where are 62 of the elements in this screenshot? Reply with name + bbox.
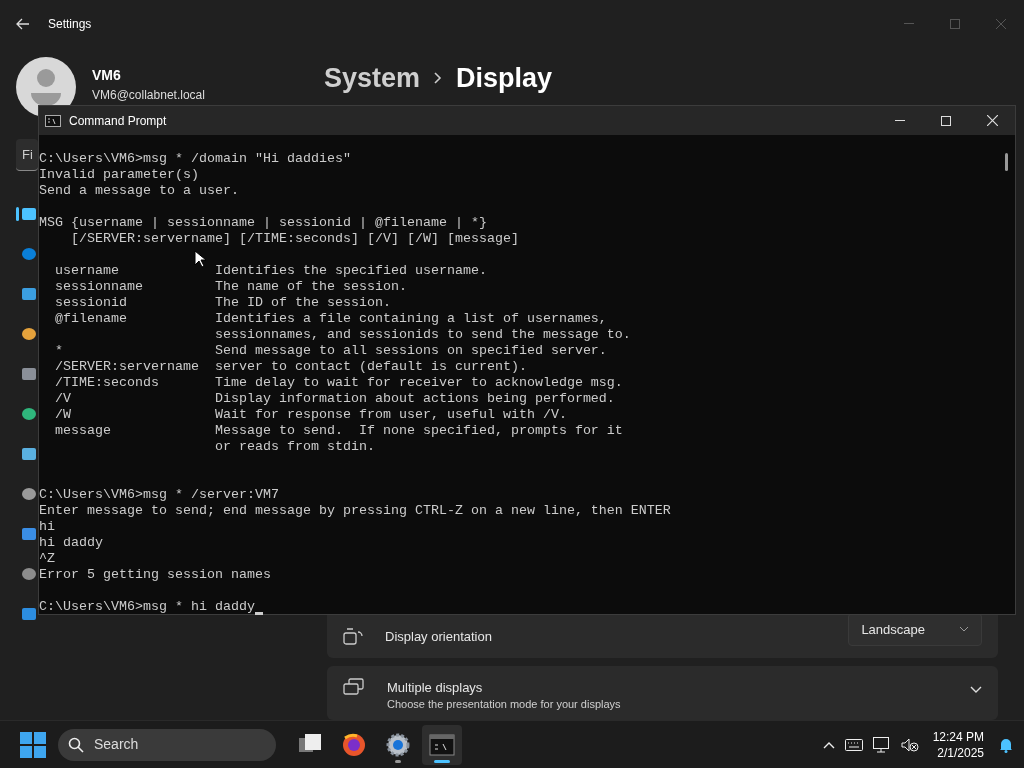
bell-icon[interactable]	[998, 736, 1014, 753]
terminal-line: hi	[39, 519, 56, 535]
terminal-line: sessionname The name of the session.	[54, 279, 408, 295]
breadcrumb-link[interactable]: System	[324, 58, 421, 99]
clock[interactable]: 12:24 PM 2/1/2025	[932, 728, 984, 761]
speaker-muted-icon[interactable]	[900, 737, 919, 752]
terminal-line: Send a message to a user.	[39, 183, 240, 199]
keyboard-icon[interactable]	[844, 738, 863, 751]
chevron-right-icon	[434, 72, 443, 85]
gear-icon	[385, 731, 411, 758]
terminal-line: /V Display information about actions being performed.	[54, 391, 616, 407]
terminal-line: sessionnames, and sessionids to send the message to.	[213, 327, 632, 343]
terminal-line: /SERVER:servername server to contact (default is current).	[54, 359, 528, 375]
windows-logo-icon[interactable]	[20, 731, 46, 758]
setting-label: Display orientation	[385, 627, 492, 646]
terminal-line: /W Wait for response from user, useful with /V.	[54, 407, 568, 423]
mouse-pointer-icon	[194, 250, 206, 268]
terminal-line: hi daddy	[39, 535, 104, 551]
taskbar-app[interactable]	[422, 724, 462, 765]
page-title: Display	[456, 62, 553, 95]
terminal-line: Error 5 getting session names	[39, 567, 272, 583]
user-name: VM6	[92, 66, 122, 85]
setting-label: Multiple displays	[387, 679, 484, 697]
search-field[interactable]: Fi	[16, 139, 38, 171]
user-email: VM6@collabnet.local	[92, 87, 205, 104]
terminal-line: MSG {username | sessionname | sessionid | @filename | *}	[39, 215, 488, 231]
terminal-icon	[429, 731, 455, 758]
terminal-line: C:\Users\VM6>msg * hi daddy	[39, 599, 255, 615]
settings-card[interactable]: Multiple displays Choose the presentation mode for your displays	[327, 666, 998, 720]
terminal-line: /TIME:seconds Time delay to wait for receiver to acknowledge msg.	[54, 375, 624, 391]
terminal-line: sessionid The ID of the session.	[54, 295, 392, 311]
monitor-icon[interactable]	[872, 736, 891, 753]
terminal-line: Invalid parameter(s)	[39, 167, 200, 183]
monitors-icon	[343, 678, 365, 696]
terminal-line: [/SERVER:servername] [/TIME:seconds] [/V] [/W] [message]	[70, 231, 520, 247]
search-icon	[68, 736, 84, 753]
rotate-screen-icon	[343, 628, 363, 646]
window-title: Settings	[48, 16, 92, 33]
terminal-line: * Send message to all sessions on specified server.	[54, 343, 608, 359]
back-arrow-icon[interactable]	[16, 18, 30, 30]
nav-item[interactable]	[16, 206, 36, 222]
terminal-icon	[45, 114, 61, 127]
terminal-line: ^Z	[39, 551, 56, 567]
search-placeholder: Search	[94, 735, 139, 754]
chevron-down-icon[interactable]	[970, 686, 982, 694]
terminal-line: C:\Users\VM6>msg * /domain "Hi daddies"	[39, 151, 352, 167]
terminal-line: or reads from stdin.	[213, 439, 376, 455]
date-text: 2/1/2025	[936, 744, 984, 761]
terminal-line: username Identifies the specified username.	[54, 263, 488, 279]
terminal-line: C:\Users\VM6>msg * /server:VM7	[39, 487, 280, 503]
terminal-line: Enter message to send; end message by pressing CTRL-Z on a new line, then ENTER	[39, 503, 672, 519]
taskbar-search[interactable]: Search	[58, 728, 276, 761]
scrollbar-thumb[interactable]	[1004, 153, 1008, 171]
terminal-line: @filename Identifies a file containing a list of usernames,	[54, 311, 608, 327]
terminal-line: message Message to send. If none specified, prompts for it	[54, 423, 624, 439]
minimize-icon[interactable]	[895, 119, 905, 122]
chevron-down-icon	[959, 626, 969, 633]
time-text: 12:24 PM	[932, 728, 984, 745]
window-title: Command Prompt	[69, 112, 167, 130]
setting-description: Choose the presentation mode for your displays	[387, 697, 621, 710]
browser-icon	[341, 731, 367, 758]
chevron-up-icon[interactable]	[822, 740, 835, 749]
